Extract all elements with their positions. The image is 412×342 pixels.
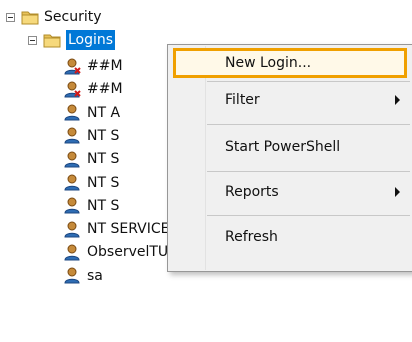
login-label: sa <box>87 267 103 284</box>
login-label: ##M <box>87 81 123 98</box>
submenu-arrow-icon <box>395 187 400 197</box>
menu-separator <box>207 171 410 172</box>
menu-item-label: New Login... <box>225 55 312 71</box>
login-user-icon <box>64 197 80 214</box>
menu-separator <box>207 81 410 82</box>
login-item[interactable]: sa <box>64 265 103 287</box>
login-label: NT S <box>87 174 120 191</box>
login-label: NT S <box>87 127 120 144</box>
login-item[interactable]: NT S <box>64 172 119 194</box>
login-disabled-icon <box>64 81 81 98</box>
collapse-icon[interactable] <box>28 35 37 45</box>
menu-item-refresh[interactable]: Refresh <box>168 221 412 253</box>
login-item[interactable]: NT A <box>64 102 120 124</box>
login-user-icon <box>64 221 80 238</box>
tree-node-logins[interactable]: Logins <box>28 29 116 51</box>
menu-item-reports[interactable]: Reports <box>168 176 412 208</box>
login-user-icon <box>64 267 80 284</box>
login-item[interactable]: ##M <box>64 78 123 100</box>
tree-node-security[interactable]: Security <box>6 6 102 28</box>
collapse-icon[interactable] <box>6 12 15 22</box>
login-item[interactable]: ##M <box>64 55 123 77</box>
context-menu: New Login... Filter Start PowerShell Rep… <box>167 44 412 272</box>
login-label: NT A <box>87 104 121 121</box>
login-label: NT S <box>87 197 120 214</box>
login-disabled-icon <box>64 58 81 74</box>
menu-item-label: Reports <box>225 184 279 200</box>
menu-item-new-login[interactable]: New Login... <box>168 48 412 78</box>
menu-item-label: Refresh <box>225 229 278 245</box>
login-user-icon <box>64 244 80 261</box>
login-item[interactable]: NT S <box>64 125 119 147</box>
submenu-arrow-icon <box>395 95 400 105</box>
login-user-icon <box>64 174 80 191</box>
folder-icon <box>43 34 61 47</box>
login-label: ##M <box>87 58 123 74</box>
menu-separator <box>207 124 410 125</box>
login-item[interactable]: NT S <box>64 195 119 217</box>
menu-item-label: Start PowerShell <box>225 139 341 155</box>
login-label: NT S <box>87 151 120 168</box>
login-user-icon <box>64 151 80 168</box>
login-item[interactable]: NT S <box>64 148 119 170</box>
menu-separator <box>207 215 410 216</box>
tree-label-logins[interactable]: Logins <box>66 30 116 50</box>
menu-item-start-powershell[interactable]: Start PowerShell <box>168 131 412 163</box>
login-user-icon <box>64 127 80 144</box>
menu-item-filter[interactable]: Filter <box>168 84 412 116</box>
login-user-icon <box>64 104 80 121</box>
folder-icon <box>21 11 39 24</box>
tree-label-security: Security <box>44 9 102 25</box>
menu-item-label: Filter <box>225 92 260 108</box>
